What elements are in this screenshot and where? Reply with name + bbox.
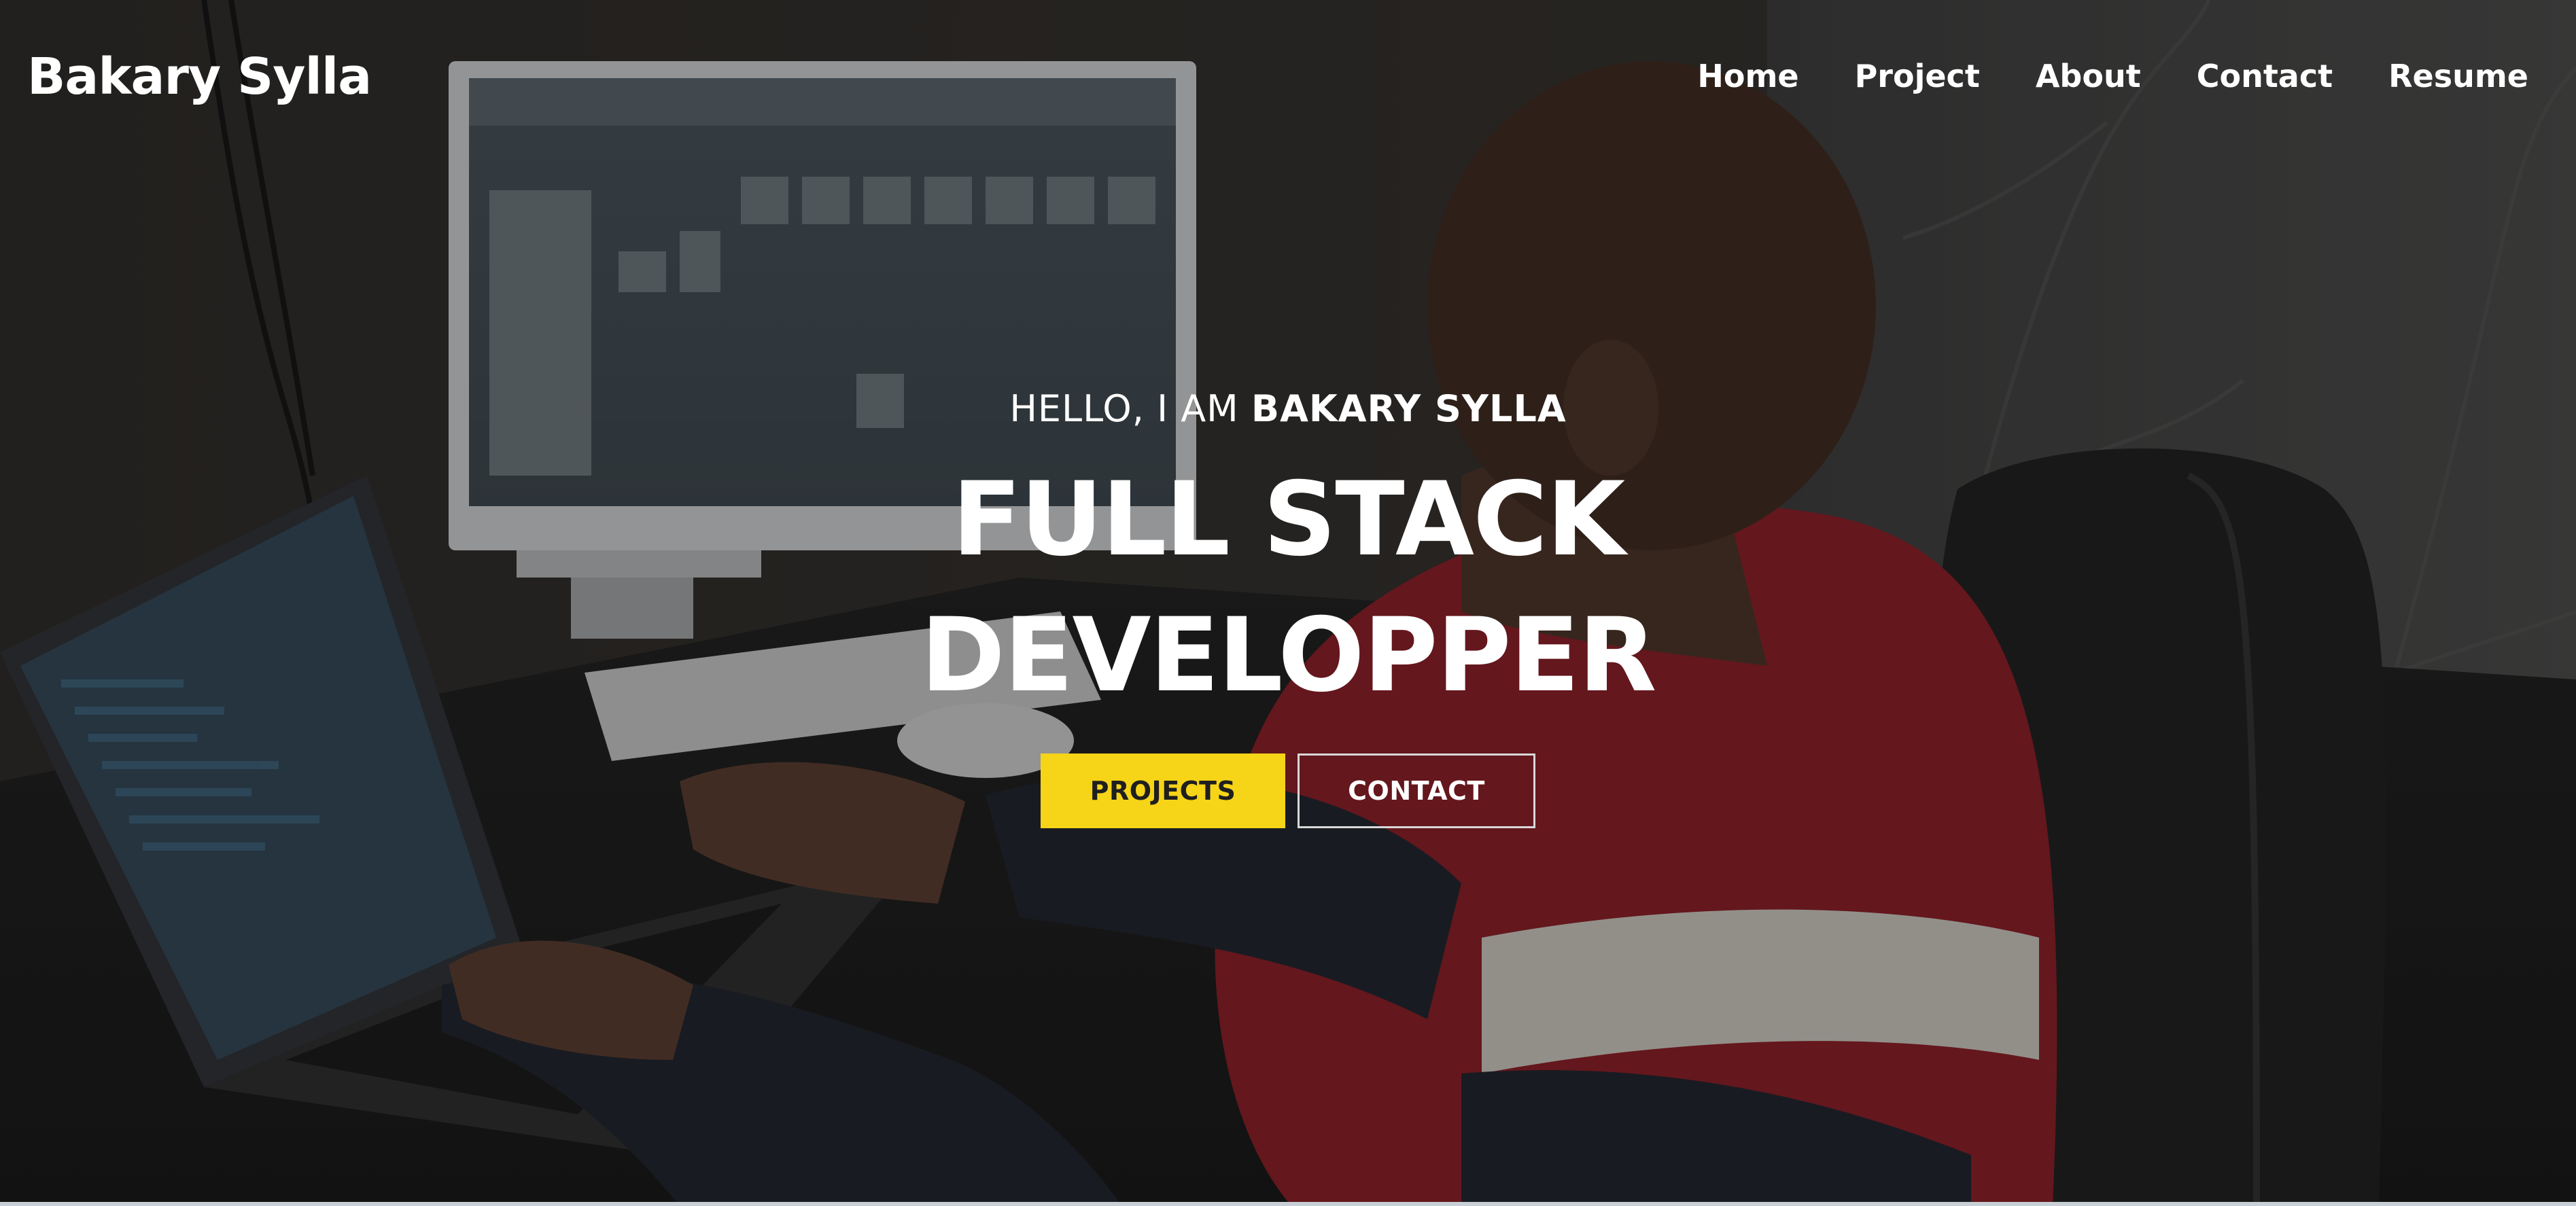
hero-greeting: HELLO, I AM BAKARY SYLLA: [0, 387, 2576, 430]
greeting-name: BAKARY SYLLA: [1251, 387, 1567, 430]
nav-project[interactable]: Project: [1855, 58, 1980, 94]
hero-headline: FULL STACK DEVELOPPER: [0, 452, 2576, 724]
contact-button[interactable]: CONTACT: [1298, 753, 1535, 828]
hero-buttons: PROJECTS CONTACT: [0, 753, 2576, 828]
page-bottom-border: [0, 1202, 2576, 1206]
hero-section: HELLO, I AM BAKARY SYLLA FULL STACK DEVE…: [0, 387, 2576, 828]
headline-line-2: DEVELOPPER: [920, 597, 1656, 715]
portfolio-page: Bakary Sylla Home Project About Contact …: [0, 0, 2576, 1206]
nav-about[interactable]: About: [2036, 58, 2141, 94]
nav-resume[interactable]: Resume: [2388, 58, 2528, 94]
nav-home[interactable]: Home: [1697, 58, 1798, 94]
brand-logo[interactable]: Bakary Sylla: [27, 48, 372, 106]
headline-line-1: FULL STACK: [952, 461, 1626, 579]
projects-button[interactable]: PROJECTS: [1041, 753, 1285, 828]
navbar: Bakary Sylla Home Project About Contact …: [0, 0, 2576, 156]
nav-contact[interactable]: Contact: [2197, 58, 2333, 94]
greeting-prefix: HELLO, I AM: [1009, 387, 1251, 430]
main-nav: Home Project About Contact Resume: [1697, 58, 2528, 94]
